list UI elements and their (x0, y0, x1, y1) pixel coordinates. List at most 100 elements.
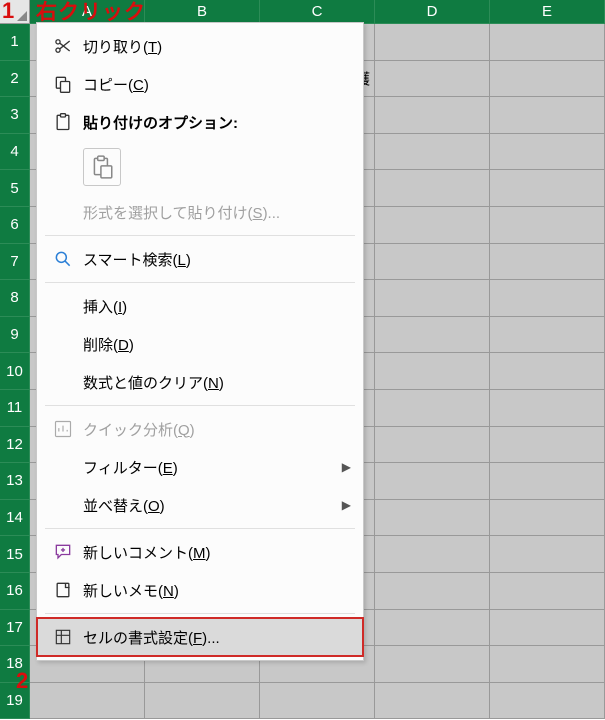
menu-clear-contents[interactable]: 数式と値のクリア(N) (37, 363, 363, 401)
menu-new-note[interactable]: 新しいメモ(N) (37, 571, 363, 609)
cell[interactable] (375, 427, 490, 464)
note-icon (49, 580, 77, 600)
menu-sort-label: 並べ替え(O) (77, 495, 342, 516)
cell[interactable] (490, 207, 605, 244)
row-header[interactable]: 5 (0, 170, 30, 207)
row-header[interactable]: 7 (0, 244, 30, 281)
row-header[interactable]: 14 (0, 500, 30, 537)
col-header-c[interactable]: C (260, 0, 375, 24)
format-cells-icon (49, 627, 77, 647)
cell[interactable] (490, 280, 605, 317)
menu-cut[interactable]: 切り取り(T) (37, 27, 363, 65)
menu-separator (45, 613, 355, 614)
cell[interactable] (490, 97, 605, 134)
cell[interactable] (490, 317, 605, 354)
cell[interactable] (375, 390, 490, 427)
menu-paste-options-header: 貼り付けのオプション: (37, 103, 363, 141)
menu-new-comment-label: 新しいコメント(M) (77, 542, 351, 563)
cell[interactable] (490, 353, 605, 390)
cell[interactable] (490, 463, 605, 500)
row-header[interactable]: 9 (0, 317, 30, 354)
row-header[interactable]: 16 (0, 573, 30, 610)
cell[interactable] (375, 683, 490, 720)
menu-clear-contents-label: 数式と値のクリア(N) (77, 372, 351, 393)
cell[interactable] (375, 170, 490, 207)
menu-filter-label: フィルター(E) (77, 457, 342, 478)
row-header[interactable]: 17 (0, 610, 30, 647)
quick-analysis-icon (49, 419, 77, 439)
row-header[interactable]: 8 (0, 280, 30, 317)
cell[interactable] (490, 683, 605, 720)
menu-paste-default[interactable] (37, 141, 363, 193)
search-icon (49, 249, 77, 269)
cell[interactable] (375, 134, 490, 171)
scissors-icon (49, 36, 77, 56)
cell[interactable] (490, 500, 605, 537)
cell[interactable] (30, 683, 145, 720)
cell[interactable] (490, 24, 605, 61)
cell[interactable] (375, 61, 490, 98)
annotation-step-2: 2 (16, 668, 28, 694)
menu-quick-analysis-label: クイック分析(Q) (77, 419, 351, 440)
menu-separator (45, 405, 355, 406)
cell[interactable] (490, 573, 605, 610)
menu-separator (45, 282, 355, 283)
context-menu: 切り取り(T) コピー(C) 貼り付けのオプション: 形式を選択して貼り付け(S… (36, 22, 364, 661)
cell[interactable] (375, 207, 490, 244)
cell[interactable] (375, 463, 490, 500)
col-header-b[interactable]: B (145, 0, 260, 24)
menu-new-comment[interactable]: 新しいコメント(M) (37, 533, 363, 571)
col-header-e[interactable]: E (490, 0, 605, 24)
annotation-step-1-text: 右クリック (36, 0, 146, 26)
cell[interactable] (375, 24, 490, 61)
cell[interactable] (490, 427, 605, 464)
menu-filter[interactable]: フィルター(E) ▶ (37, 448, 363, 486)
row-header[interactable]: 12 (0, 427, 30, 464)
copy-icon (49, 74, 77, 94)
cell[interactable] (375, 573, 490, 610)
menu-paste-options-label: 貼り付けのオプション: (77, 112, 351, 133)
cell[interactable] (375, 280, 490, 317)
menu-format-cells[interactable]: セルの書式設定(F)... (37, 618, 363, 656)
row-header[interactable]: 2 (0, 61, 30, 98)
cell[interactable] (490, 646, 605, 683)
menu-smart-lookup-label: スマート検索(L) (77, 249, 351, 270)
cell[interactable] (490, 170, 605, 207)
cell[interactable] (375, 317, 490, 354)
row-header[interactable]: 3 (0, 97, 30, 134)
cell[interactable] (375, 353, 490, 390)
menu-smart-lookup[interactable]: スマート検索(L) (37, 240, 363, 278)
cell[interactable] (375, 610, 490, 647)
cell[interactable] (260, 683, 375, 720)
menu-quick-analysis: クイック分析(Q) (37, 410, 363, 448)
clipboard-icon (49, 112, 77, 132)
row-header[interactable]: 10 (0, 353, 30, 390)
row-header[interactable]: 4 (0, 134, 30, 171)
row-header[interactable]: 1 (0, 24, 30, 61)
annotation-step-1: 1 (2, 0, 14, 24)
cell[interactable] (375, 536, 490, 573)
menu-copy[interactable]: コピー(C) (37, 65, 363, 103)
cell[interactable] (375, 500, 490, 537)
row-header[interactable]: 11 (0, 390, 30, 427)
menu-paste-special: 形式を選択して貼り付け(S)... (37, 193, 363, 231)
menu-insert[interactable]: 挿入(I) (37, 287, 363, 325)
cell[interactable] (490, 134, 605, 171)
comment-icon (49, 542, 77, 562)
menu-sort[interactable]: 並べ替え(O) ▶ (37, 486, 363, 524)
col-header-d[interactable]: D (375, 0, 490, 24)
cell[interactable] (490, 536, 605, 573)
cell[interactable] (375, 244, 490, 281)
row-header[interactable]: 13 (0, 463, 30, 500)
cell[interactable] (490, 390, 605, 427)
cell[interactable] (145, 683, 260, 720)
row-header[interactable]: 15 (0, 536, 30, 573)
cell[interactable] (490, 610, 605, 647)
cell[interactable] (375, 646, 490, 683)
cell[interactable] (375, 97, 490, 134)
menu-delete[interactable]: 削除(D) (37, 325, 363, 363)
row-header[interactable]: 6 (0, 207, 30, 244)
menu-cut-label: 切り取り(T) (77, 36, 351, 57)
cell[interactable] (490, 61, 605, 98)
cell[interactable] (490, 244, 605, 281)
